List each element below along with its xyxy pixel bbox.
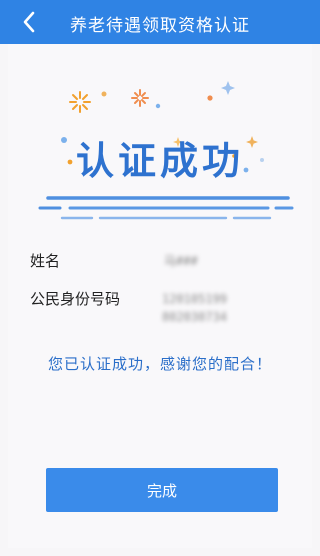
success-message: 您已认证成功，感谢您的配合！ (47, 355, 272, 373)
name-value: 马### (164, 254, 198, 268)
firework-icon (69, 91, 91, 113)
name-label: 姓名 (30, 252, 61, 270)
done-button[interactable]: 完成 (46, 468, 278, 512)
id-number-value: 120105199802030734 (162, 292, 228, 324)
firework-icon (131, 89, 149, 107)
sparkle-icon (221, 81, 235, 95)
page-title: 养老待遇领取资格认证 (70, 16, 250, 36)
id-number-label: 公民身份号码 (30, 290, 121, 308)
top-app-bar: 养老待遇领取资格认证 (0, 0, 320, 44)
decorative-underline (38, 196, 294, 220)
success-headline: 认证成功 (75, 139, 244, 183)
